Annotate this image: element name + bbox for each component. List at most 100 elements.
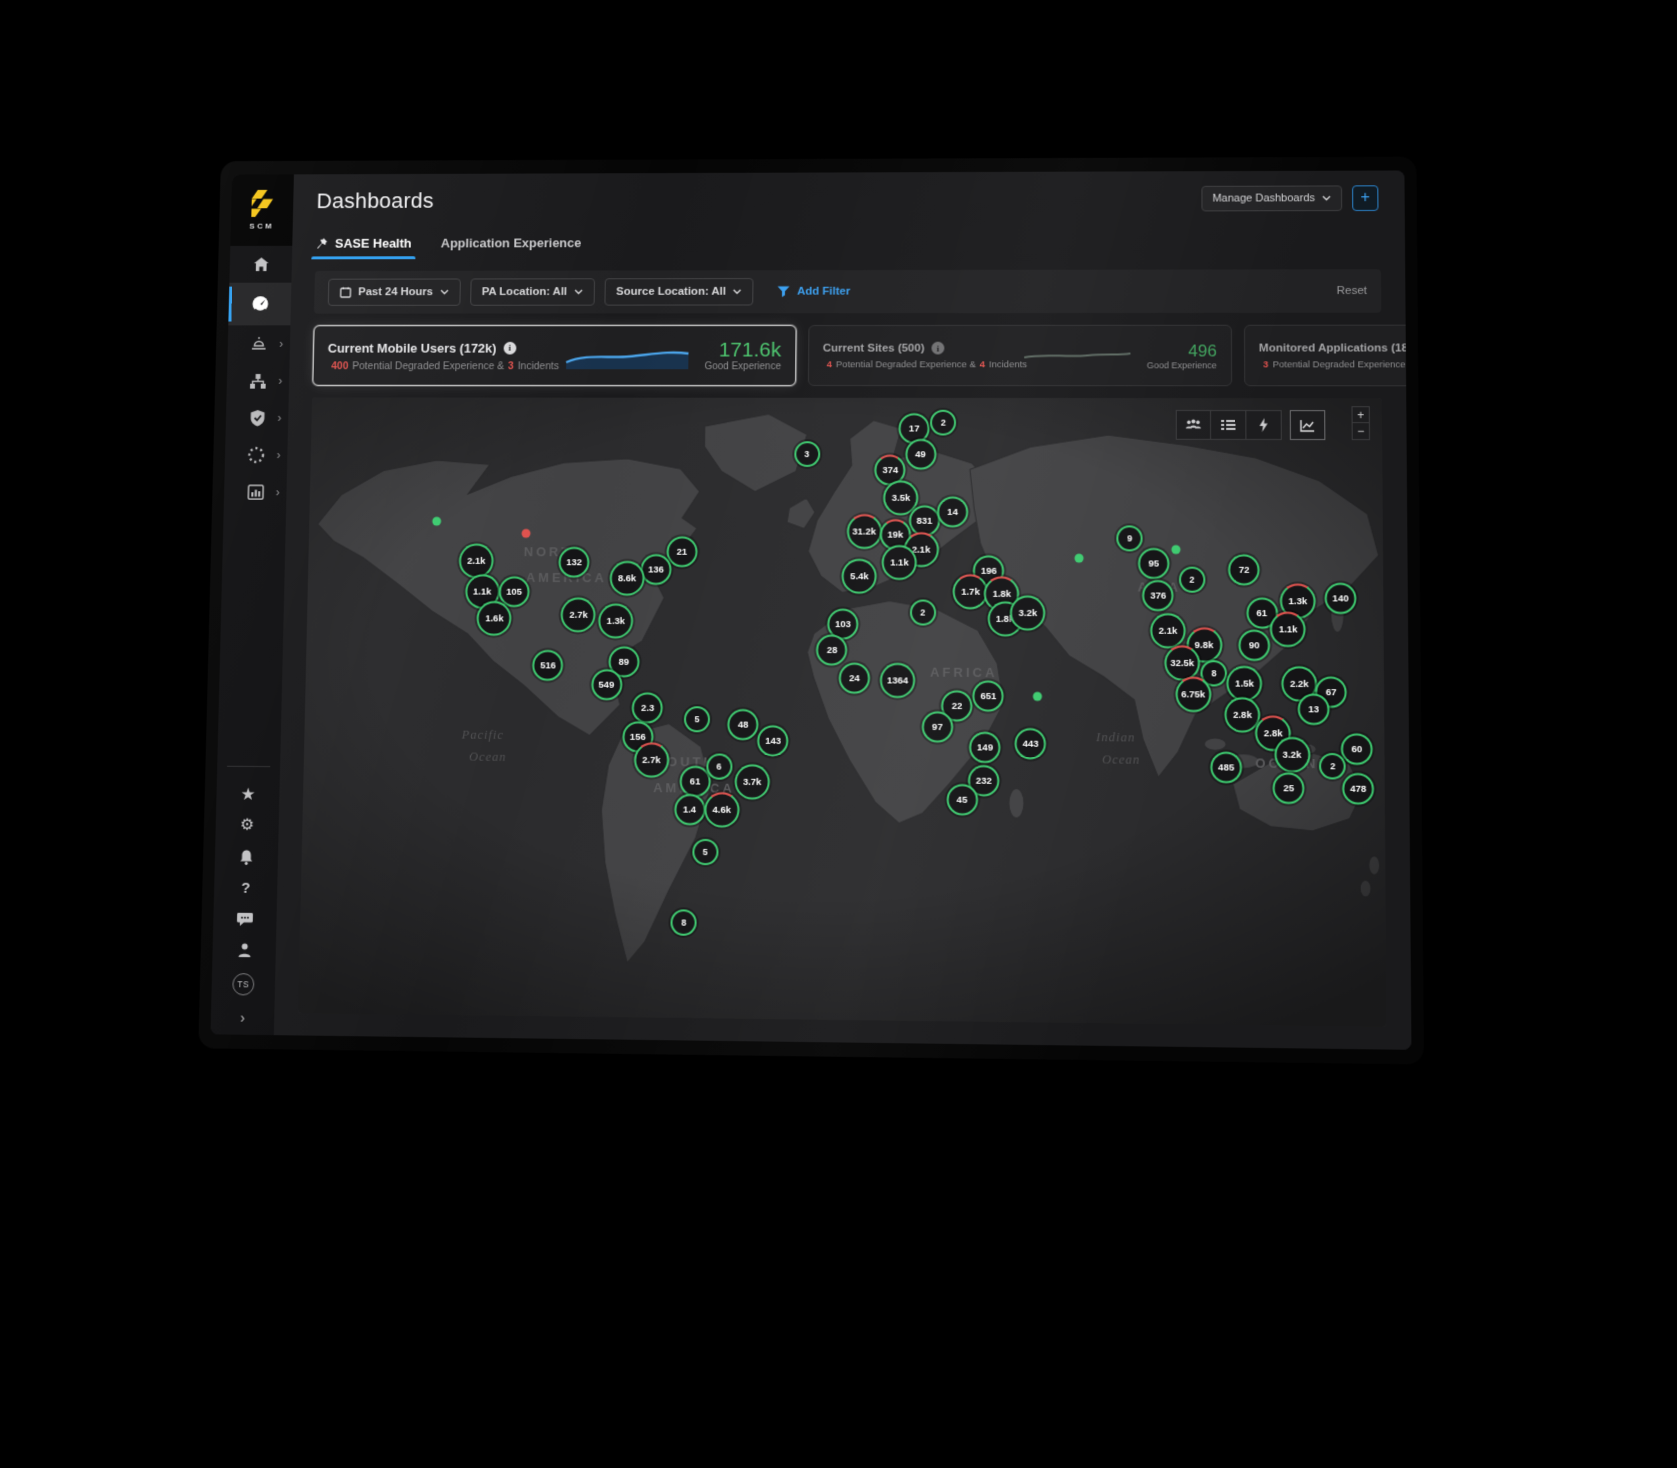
map-cluster[interactable]: 132 (558, 547, 589, 578)
map-cluster[interactable]: 2 (930, 410, 956, 436)
map-cluster[interactable]: 24 (839, 663, 870, 694)
map-cluster[interactable]: 2 (910, 599, 936, 625)
map-cluster[interactable]: 143 (757, 726, 788, 757)
map-cluster[interactable]: 2 (1319, 753, 1346, 780)
help-icon[interactable]: ? (241, 881, 250, 896)
avatar[interactable]: TS (232, 973, 254, 995)
map-cluster[interactable]: 31.2k (847, 514, 882, 549)
sidebar-item-home[interactable] (229, 246, 292, 283)
map-cluster[interactable]: 549 (591, 669, 622, 700)
map-cluster[interactable]: 49 (905, 439, 936, 470)
map-list-view-button[interactable] (1211, 410, 1246, 440)
time-range-dropdown[interactable]: Past 24 Hours (328, 279, 461, 306)
map-cluster[interactable]: 14 (937, 496, 968, 527)
map-cluster[interactable]: 651 (973, 681, 1004, 712)
map-cluster[interactable]: 60 (1341, 733, 1373, 765)
map-cluster[interactable]: 1.7k (953, 574, 988, 609)
map-cluster[interactable]: 105 (498, 576, 529, 607)
manage-dashboards-button[interactable]: Manage Dashboards (1201, 185, 1342, 211)
sidebar-item-security[interactable]: › (226, 399, 289, 436)
map-cluster[interactable]: 1.4 (674, 794, 705, 825)
info-icon[interactable]: i (503, 341, 516, 354)
map-cluster[interactable]: 97 (922, 711, 953, 742)
map-cluster[interactable]: 90 (1238, 629, 1270, 660)
map-cluster[interactable]: 2.1k (459, 543, 494, 578)
map-bolt-layer-button[interactable] (1246, 410, 1281, 440)
settings-gear-icon[interactable]: ⚙ (240, 818, 254, 834)
map-chart-view-button[interactable] (1290, 410, 1326, 440)
tab-application-experience[interactable]: Application Experience (440, 235, 581, 259)
map-cluster[interactable]: 1.3k (598, 604, 633, 639)
notifications-bell-icon[interactable] (238, 849, 254, 866)
kpi-card-mobile-users[interactable]: Current Mobile Users (172k) i 400 Potent… (312, 325, 796, 386)
info-icon[interactable]: i (931, 342, 944, 355)
map-cluster[interactable]: 2.7k (561, 597, 596, 632)
map-location-dot[interactable] (1074, 554, 1083, 563)
reset-button[interactable]: Reset (1337, 285, 1367, 297)
tab-sase-health[interactable]: SASE Health (315, 236, 411, 259)
map-cluster[interactable]: 6.75k (1175, 676, 1211, 712)
zoom-in-button[interactable]: + (1352, 406, 1370, 423)
map-cluster[interactable]: 1364 (880, 663, 915, 698)
map-cluster[interactable]: 28 (816, 635, 847, 666)
map-cluster[interactable]: 136 (640, 554, 671, 585)
map-cluster[interactable]: 443 (1015, 728, 1046, 760)
kpi-card-applications[interactable]: Monitored Applications (18) i 3 Potentia… (1244, 325, 1412, 387)
map-cluster[interactable]: 516 (532, 650, 563, 681)
map-cluster[interactable]: 1.1k (1270, 612, 1306, 647)
map-cluster[interactable]: 4.6k (704, 792, 739, 828)
chat-icon[interactable] (236, 911, 254, 927)
add-filter-button[interactable]: Add Filter (777, 286, 850, 298)
map-cluster[interactable]: 1.1k (882, 545, 917, 580)
map-cluster[interactable]: 95 (1138, 547, 1169, 578)
user-icon[interactable] (237, 942, 252, 958)
map-cluster[interactable]: 8.6k (609, 561, 644, 596)
sidebar-item-reports[interactable]: › (224, 474, 287, 511)
map-location-dot[interactable] (432, 517, 441, 526)
sidebar-item-dashboards[interactable] (228, 283, 291, 326)
map-cluster[interactable]: 25 (1273, 772, 1305, 804)
map-location-dot[interactable] (1033, 692, 1042, 701)
map-cluster[interactable]: 5.4k (842, 559, 877, 594)
sidebar-item-network[interactable]: › (226, 362, 289, 399)
map-cluster[interactable]: 376 (1142, 580, 1173, 611)
pa-location-dropdown[interactable]: PA Location: All (470, 278, 595, 305)
sidebar-collapse-icon[interactable]: › (240, 1010, 245, 1024)
map-cluster[interactable]: 149 (969, 732, 1000, 763)
map-location-dot[interactable] (521, 529, 530, 538)
map-cluster[interactable]: 9 (1117, 526, 1143, 552)
sidebar-item-incidents[interactable]: › (227, 325, 290, 362)
map-cluster[interactable]: 8 (671, 909, 697, 936)
map-cluster[interactable]: 45 (946, 784, 977, 816)
add-dashboard-button[interactable]: + (1352, 185, 1378, 211)
map-cluster[interactable]: 478 (1342, 772, 1374, 804)
map-cluster[interactable]: 3.7k (734, 764, 769, 799)
map-location-dot[interactable] (1171, 545, 1180, 554)
map-cluster[interactable]: 2.3 (632, 692, 663, 723)
map-users-layer-button[interactable] (1176, 410, 1211, 440)
world-map[interactable]: NORTHAMERICASOUTHAMERICAAFRICAASIAOCEANI… (298, 397, 1386, 1026)
map-cluster[interactable]: 48 (727, 709, 758, 740)
map-cluster[interactable]: 5 (684, 706, 710, 732)
map-cluster[interactable]: 21 (666, 537, 697, 568)
map-cluster[interactable]: 72 (1228, 554, 1260, 585)
map-cluster[interactable]: 2.1k (1150, 613, 1186, 648)
map-cluster[interactable]: 3 (794, 441, 820, 467)
map-cluster[interactable]: 13 (1298, 694, 1330, 726)
map-cluster[interactable]: 2 (1179, 566, 1205, 592)
map-cluster[interactable]: 1.5k (1227, 666, 1263, 702)
favorites-star-icon[interactable]: ★ (240, 786, 255, 803)
sidebar-item-workflows[interactable]: › (225, 436, 288, 473)
map-cluster[interactable]: 3.2k (1274, 737, 1310, 773)
map-cluster[interactable]: 2.7k (634, 742, 669, 777)
brand-logo[interactable]: SCM (230, 174, 294, 246)
map-cluster[interactable]: 5 (692, 838, 718, 864)
zoom-out-button[interactable]: − (1352, 423, 1370, 440)
map-cluster[interactable]: 3.2k (1010, 595, 1045, 630)
source-location-dropdown[interactable]: Source Location: All (604, 278, 753, 306)
kpi-card-sites[interactable]: Current Sites (500) i 4 Potential Degrad… (808, 325, 1232, 386)
map-cluster[interactable]: 485 (1210, 751, 1242, 783)
map-cluster[interactable]: 1.6k (477, 601, 512, 636)
map-cluster[interactable]: 6 (706, 753, 732, 779)
map-cluster[interactable]: 831 (909, 505, 940, 536)
